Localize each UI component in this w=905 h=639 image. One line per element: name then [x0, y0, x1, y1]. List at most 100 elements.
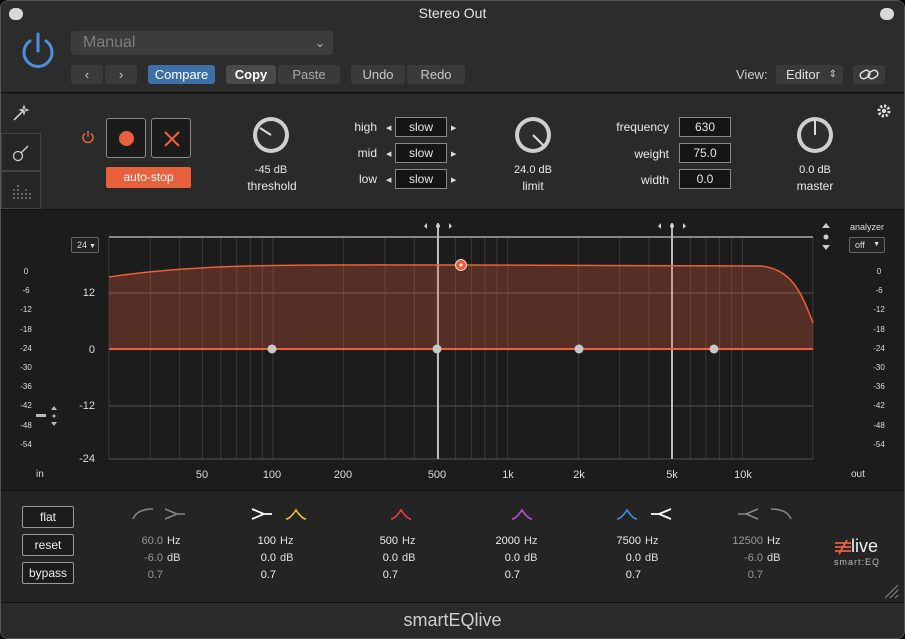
band-gain-value[interactable]: -6.0	[127, 552, 163, 564]
band-freq-value[interactable]: 7500	[605, 535, 641, 547]
band-node-7500hz[interactable]	[709, 344, 719, 354]
meter-label: -24	[873, 343, 885, 353]
band-q-value[interactable]: 0.7	[362, 569, 398, 581]
power-icon[interactable]	[18, 31, 58, 71]
sonible-logo-icon	[835, 539, 851, 555]
speed-high-field[interactable]: slow	[395, 117, 447, 137]
master-knob[interactable]	[795, 115, 835, 155]
low-cut-active-icon[interactable]	[250, 507, 274, 521]
arrow-left-icon[interactable]: ◀	[386, 176, 391, 184]
high-cut-icon[interactable]	[736, 507, 760, 521]
view-dropdown[interactable]: Editor ⇕	[776, 65, 843, 84]
limit-knob[interactable]	[513, 115, 553, 155]
high-shelf-icon[interactable]	[769, 507, 793, 521]
record-icon	[119, 131, 134, 146]
band-gain-value[interactable]: 0.0	[484, 552, 520, 564]
band-q-value[interactable]: 0.7	[240, 569, 276, 581]
meter-label: -54	[20, 439, 32, 449]
link-icon	[859, 69, 879, 80]
band-q-value[interactable]: 0.7	[127, 569, 163, 581]
high-cut-active-icon[interactable]	[649, 507, 673, 521]
master-value: 0.0 dB	[799, 164, 831, 176]
bell-blue-icon[interactable]	[615, 507, 639, 521]
undo-button[interactable]: Undo	[351, 65, 405, 84]
tab-instrument[interactable]	[1, 133, 41, 171]
clear-button[interactable]	[151, 118, 191, 158]
learn-power-icon[interactable]	[81, 130, 95, 144]
band-freq-value[interactable]: 60.0	[127, 535, 163, 547]
band-gain-value[interactable]: 0.0	[605, 552, 641, 564]
limit-value: 24.0 dB	[514, 164, 552, 176]
bell-red-icon[interactable]	[389, 507, 413, 521]
preset-dropdown[interactable]: Manual ⌄	[71, 31, 333, 55]
range-select[interactable]: 24 ▼	[71, 237, 99, 253]
reset-button[interactable]: reset	[22, 534, 74, 556]
band-freq-value[interactable]: 500	[362, 535, 398, 547]
threshold-knob[interactable]	[251, 115, 291, 155]
analyzer-select[interactable]: off ▼	[849, 237, 885, 253]
width-field[interactable]: 0.0	[679, 169, 731, 189]
logo-smart-eq: smart:EQ	[834, 557, 881, 567]
unit-label: dB	[524, 552, 538, 564]
bell-purple-icon[interactable]	[510, 507, 534, 521]
band-gain-value[interactable]: -6.0	[727, 552, 763, 564]
band-node-100hz[interactable]	[267, 344, 277, 354]
band-q-value[interactable]: 0.7	[484, 569, 520, 581]
arrow-left-icon[interactable]: ◀	[386, 150, 391, 158]
gear-icon[interactable]	[876, 103, 892, 119]
paste-button[interactable]: Paste	[278, 65, 340, 84]
unit-label: Hz	[645, 535, 659, 547]
unit-label: Hz	[767, 535, 781, 547]
weight-field[interactable]: 75.0	[679, 143, 731, 163]
param-label-frequency: frequency	[616, 120, 669, 134]
tab-analyzer[interactable]	[1, 171, 41, 209]
record-button[interactable]	[106, 118, 146, 158]
copy-button[interactable]: Copy	[226, 65, 276, 84]
magic-wand-icon[interactable]	[11, 104, 31, 122]
band-q-value[interactable]: 0.7	[605, 569, 641, 581]
band-node-500hz[interactable]	[432, 344, 442, 354]
speed-low-field[interactable]: slow	[395, 169, 447, 189]
bypass-button[interactable]: bypass	[22, 562, 74, 584]
band-freq-value[interactable]: 100	[240, 535, 276, 547]
band-node-2000hz[interactable]	[574, 344, 584, 354]
speed-mid-field[interactable]: slow	[395, 143, 447, 163]
bell-yellow-icon[interactable]	[284, 507, 308, 521]
meter-label: -24	[20, 343, 32, 353]
profile-node-center	[459, 263, 463, 267]
unit-label: dB	[645, 552, 659, 564]
compare-button[interactable]: Compare	[148, 65, 215, 84]
arrow-right-icon[interactable]: ▶	[451, 176, 456, 184]
meter-label: 0	[23, 267, 29, 276]
param-label-width: width	[640, 173, 669, 187]
redo-button[interactable]: Redo	[407, 65, 465, 84]
meter-label: -12	[20, 305, 32, 315]
link-button[interactable]	[853, 65, 885, 84]
low-shelf-icon[interactable]	[131, 507, 155, 521]
freq-label: 50	[195, 469, 209, 481]
level-handle-icon[interactable]	[36, 406, 57, 426]
prev-preset-button[interactable]: ‹	[71, 65, 103, 84]
frequency-field[interactable]: 630	[679, 117, 731, 137]
speed-label-low: low	[358, 172, 377, 186]
meter-label: -36	[873, 382, 885, 392]
arrow-right-icon[interactable]: ▶	[451, 150, 456, 158]
resize-grip-icon[interactable]	[881, 583, 899, 599]
band-freq-value[interactable]: 12500	[727, 535, 763, 547]
autostop-button[interactable]: auto-stop	[106, 167, 191, 188]
band-gain-value[interactable]: 0.0	[362, 552, 398, 564]
eq-graph[interactable]: 24 ▼ analyzer off ▼ 12 0 -12 -24 50 100 2…	[1, 211, 904, 489]
next-preset-button[interactable]: ›	[105, 65, 137, 84]
eq-graph-canvas[interactable]	[1, 211, 904, 489]
band-gain-value[interactable]: 0.0	[240, 552, 276, 564]
scroll-handle-icon[interactable]	[822, 223, 830, 250]
meter-label: -30	[873, 363, 885, 372]
arrow-right-icon[interactable]: ▶	[451, 124, 456, 132]
arrow-left-icon[interactable]: ◀	[386, 124, 391, 132]
low-cut-icon[interactable]	[163, 507, 187, 521]
output-label: out	[851, 469, 865, 480]
param-label-weight: weight	[634, 147, 669, 161]
band-freq-value[interactable]: 2000	[484, 535, 520, 547]
flat-button[interactable]: flat	[22, 506, 74, 528]
band-q-value[interactable]: 0.7	[727, 569, 763, 581]
